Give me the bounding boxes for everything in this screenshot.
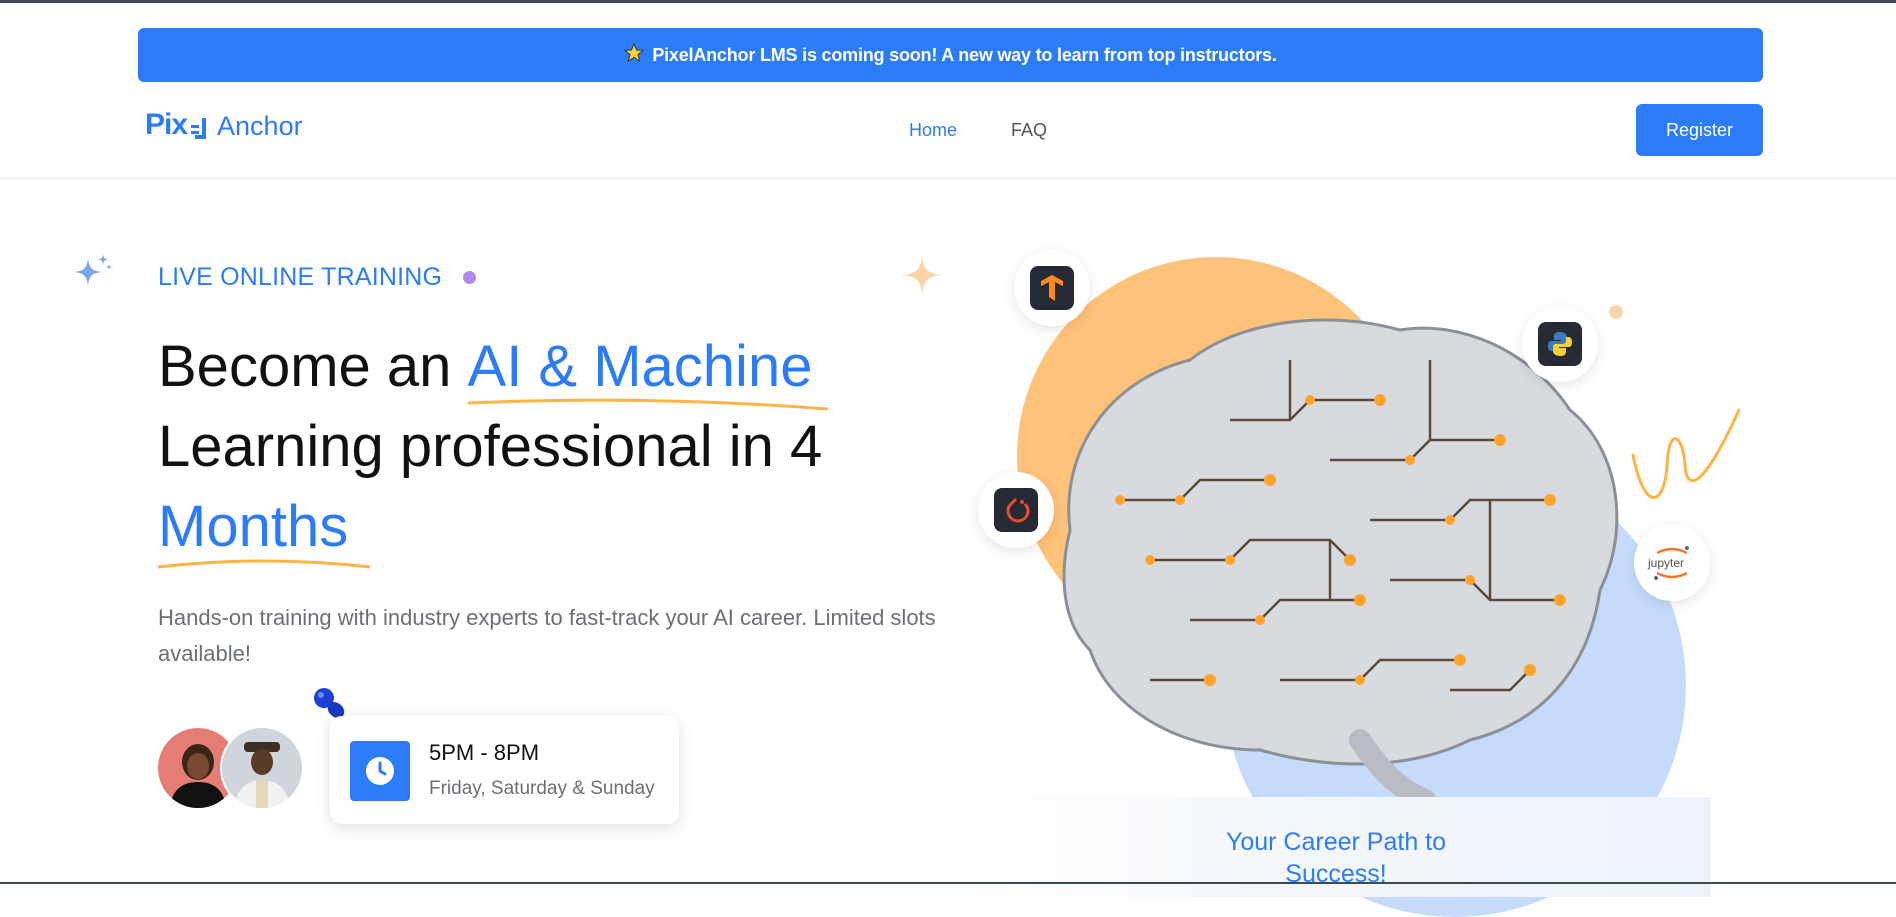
logo-anchor-mark-icon (189, 116, 213, 142)
avatar (220, 726, 304, 810)
headline-plain-text: Become an (158, 334, 468, 399)
banner-text: PixelAnchor LMS is coming soon! A new wa… (652, 44, 1277, 65)
pytorch-icon (994, 488, 1038, 532)
python-icon (1538, 322, 1582, 366)
tensorflow-bubble (1014, 250, 1090, 326)
tensorflow-icon (1030, 266, 1074, 310)
window-top-border (0, 0, 1896, 3)
nav-home-link[interactable]: Home (909, 120, 957, 141)
schedule-days: Friday, Saturday & Sunday (429, 778, 655, 799)
underline-swoosh (467, 398, 828, 411)
eyebrow-label: LIVE ONLINE TRAINING (158, 263, 443, 291)
schedule-time: 5PM - 8PM (429, 740, 540, 765)
logo-secondary-text: Anchor (217, 111, 303, 141)
four-point-star-icon (900, 253, 944, 302)
jupyter-label: jupyter (1648, 556, 1685, 570)
pytorch-bubble (978, 472, 1054, 548)
purple-dot-decoration (463, 271, 476, 284)
star-badge-icon (624, 42, 645, 68)
python-bubble (1522, 306, 1598, 382)
announcement-banner: PixelAnchor LMS is coming soon! A new wa… (138, 28, 1763, 82)
sparkle-icon (72, 252, 114, 299)
nav-faq-link[interactable]: FAQ (1011, 120, 1047, 141)
headline-line-2: Learning professional in 4 (158, 414, 823, 479)
logo-primary-text: Pix (145, 108, 188, 141)
headline-accent-text: Months (157, 487, 371, 569)
clock-icon (350, 741, 410, 801)
headline-accent-label: AI & Machine (467, 334, 813, 399)
schedule-card: 5PM - 8PM Friday, Saturday & Sunday (330, 716, 679, 824)
headline-accent-label: Months (158, 494, 349, 559)
jupyter-icon: jupyter (1647, 543, 1697, 583)
hero-headline: Become an AI & Machine Learning professi… (157, 327, 918, 569)
logo[interactable]: Pix Anchor (145, 108, 303, 142)
squiggle-decoration (1625, 405, 1745, 520)
career-path-text: Your Career Path to Success! (1225, 828, 1447, 888)
register-button[interactable]: Register (1636, 104, 1763, 156)
hero-subtext: Hands-on training with industry experts … (158, 605, 936, 666)
site-header: Pix Anchor Home FAQ Register (0, 98, 1896, 179)
headline-accent-text: AI & Machine (467, 327, 828, 411)
jupyter-bubble: jupyter (1634, 525, 1710, 601)
instructor-avatars (158, 726, 304, 810)
underline-swoosh (157, 559, 371, 569)
